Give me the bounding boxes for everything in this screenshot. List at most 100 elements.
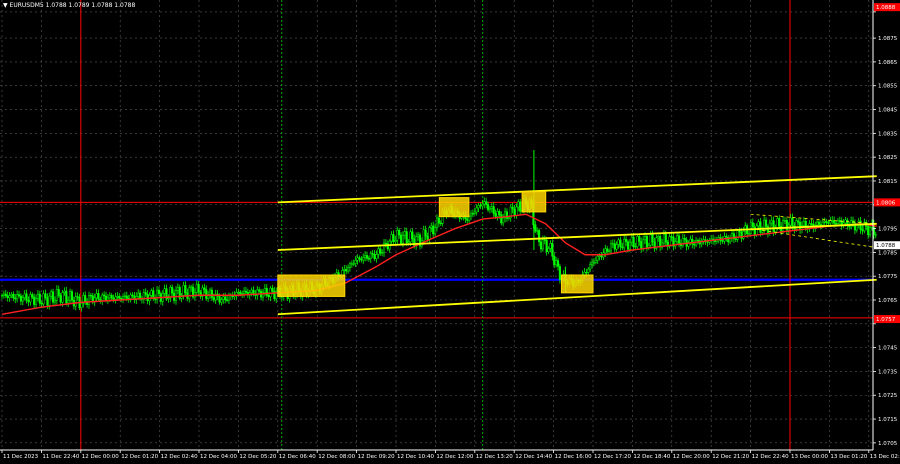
candle-body	[874, 234, 877, 236]
candle-body	[103, 294, 106, 297]
candle-body	[734, 238, 737, 240]
x-tick-label: 12 Dec 04:00	[200, 454, 237, 460]
candle-body	[354, 260, 357, 264]
candle-body	[422, 229, 425, 242]
candle-body	[543, 239, 546, 241]
candle-body	[116, 296, 119, 298]
candle-body	[208, 289, 212, 295]
candle-body	[12, 294, 15, 299]
candle-body	[591, 262, 594, 265]
x-tick-label: 13 Dec 00:00	[791, 454, 828, 460]
price-chart[interactable]: 1.0875 1.0865 1.0855 1.0845 1.0835 1.0825 1.08…	[0, 0, 900, 460]
candle-body	[604, 248, 607, 254]
candle-body	[638, 236, 641, 242]
candle-body	[630, 236, 633, 243]
candle-body	[121, 296, 125, 300]
candle-body	[118, 296, 121, 299]
candle-body	[435, 217, 439, 228]
candle-body	[184, 285, 187, 293]
candle-body	[553, 255, 556, 266]
x-tick-label: 12 Dec 13:20	[476, 454, 513, 460]
candle-body	[205, 289, 208, 299]
candle-body	[664, 234, 667, 243]
candle-body	[197, 284, 200, 293]
x-tick-label: 12 Dec 06:40	[279, 454, 316, 460]
candle-body	[755, 225, 758, 236]
candle-body	[373, 254, 376, 260]
candle-body	[725, 236, 728, 238]
candle-body	[40, 303, 43, 305]
candle-body	[534, 224, 537, 232]
candle-body	[358, 257, 361, 260]
x-tick-label: 12 Dec 12:00	[436, 454, 473, 460]
candle-body	[365, 255, 369, 259]
candle-body	[549, 243, 552, 249]
y-tick-label: 1.0705	[878, 441, 898, 447]
candle-body	[430, 225, 433, 228]
candle-body	[776, 218, 779, 229]
candle-body	[799, 221, 802, 230]
y-tick-label: 1.0785	[878, 250, 898, 256]
candle-body	[827, 222, 830, 224]
candle-body	[761, 230, 764, 233]
signal-box	[560, 274, 594, 294]
y-tick-label: 1.0825	[878, 155, 898, 161]
candle-body	[163, 288, 166, 294]
candle-body	[547, 248, 550, 252]
candle-body	[642, 239, 645, 250]
candle-body	[625, 238, 628, 243]
candle-body	[227, 295, 230, 301]
candle-body	[65, 290, 68, 304]
candle-body	[766, 226, 769, 234]
candle-body	[606, 248, 609, 252]
candle-body	[676, 235, 679, 242]
candle-body	[772, 220, 775, 232]
candle-body	[619, 239, 622, 248]
candle-body	[511, 206, 514, 210]
candle-body	[38, 293, 41, 304]
candle-body	[222, 296, 225, 300]
candle-body	[810, 223, 813, 225]
candle-body	[696, 239, 700, 242]
candle-body	[797, 220, 800, 223]
candle-body	[398, 229, 401, 236]
candle-body	[110, 295, 113, 299]
candle-body	[611, 243, 614, 245]
candle-body	[265, 287, 268, 296]
candle-body	[203, 287, 206, 290]
candle-body	[831, 220, 834, 222]
candle-body	[551, 243, 554, 257]
candle-body	[583, 271, 586, 275]
candle-body	[834, 223, 838, 225]
candle-body	[598, 255, 601, 257]
signal-box	[438, 197, 470, 218]
candle-body	[74, 296, 77, 307]
candle-body	[405, 231, 408, 244]
candle-body	[621, 246, 624, 249]
candle-body	[89, 295, 92, 297]
candle-body	[481, 203, 484, 207]
candle-body	[112, 297, 115, 300]
x-tick-label: 12 Dec 10:40	[397, 454, 434, 460]
candle-body	[628, 241, 631, 250]
candle-body	[195, 284, 198, 293]
candle-body	[399, 234, 403, 244]
x-tick-label: 12 Dec 08:00	[318, 454, 355, 460]
candle-body	[352, 263, 355, 265]
candle-body	[52, 291, 55, 303]
candle-body	[640, 241, 643, 250]
candle-body	[428, 227, 431, 240]
candle-body	[31, 294, 34, 298]
candle-body	[600, 255, 603, 258]
candle-body	[536, 230, 539, 232]
y-tick-label: 1.0795	[878, 227, 898, 233]
candle-body	[867, 226, 870, 236]
candle-body	[770, 220, 773, 224]
candle-body	[471, 213, 474, 215]
y-tick-label: 1.0815	[878, 179, 898, 185]
candle-body	[21, 297, 24, 302]
candle-body	[76, 296, 79, 298]
candle-body	[744, 225, 747, 232]
chart-area[interactable]: 1.0875 1.0865 1.0855 1.0845 1.0835 1.0825 1.08…	[0, 0, 900, 460]
candle-body	[390, 234, 393, 242]
